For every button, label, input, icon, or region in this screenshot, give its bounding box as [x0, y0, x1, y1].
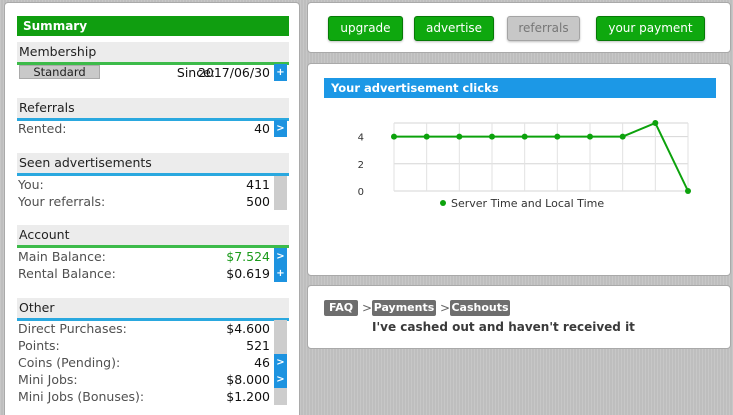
rental-balance-value: $0.619 [226, 266, 270, 281]
membership-since-date: 2017/06/30 [197, 65, 270, 80]
advertisement-clicks-panel: Your advertisement clicks 0 2 4 Server Time… [307, 63, 731, 276]
row-action-placeholder [274, 337, 287, 354]
row-value: 411 [246, 177, 270, 192]
mini-jobs-row: Mini Jobs: $8.000 > [17, 371, 289, 388]
rental-balance-row: Rental Balance: $0.619 + [17, 265, 289, 282]
data-point [423, 133, 430, 140]
row-label: Main Balance: [18, 249, 106, 264]
your-payment-button[interactable]: your payment [596, 16, 705, 41]
row-value: 46 [254, 355, 270, 370]
row-value: $8.000 [226, 372, 270, 387]
main-balance-value: $7.524 [226, 249, 270, 264]
y-tick-label: 2 [358, 160, 364, 171]
summary-title: Summary [17, 16, 289, 36]
data-point [587, 133, 593, 140]
upgrade-button[interactable]: upgrade [328, 16, 403, 41]
row-label: Rental Balance: [18, 266, 116, 281]
row-value: $1.200 [226, 389, 270, 404]
referrals-button[interactable]: referrals [507, 16, 580, 41]
membership-level-badge: Standard [19, 65, 100, 79]
top-nav-panel: upgrade advertise referrals your payment [307, 2, 731, 53]
row-label: You: [18, 177, 44, 192]
y-tick-label: 0 [358, 187, 364, 198]
membership-heading: Membership [17, 42, 289, 62]
breadcrumb-cashouts[interactable]: Cashouts [450, 300, 510, 316]
row-value: $4.600 [226, 321, 270, 336]
seen-ads-heading: Seen advertisements [17, 153, 289, 173]
row-label: Mini Jobs: [18, 372, 78, 387]
other-heading: Other [17, 298, 289, 318]
direct-purchases-row: Direct Purchases: $4.600 [17, 320, 289, 337]
breadcrumb-payments[interactable]: Payments [372, 300, 436, 316]
data-point [652, 120, 659, 126]
row-label: Direct Purchases: [18, 321, 127, 336]
main-balance-row: Main Balance: $7.524 > [17, 248, 289, 265]
data-point [554, 133, 561, 140]
faq-question-link[interactable]: I've cashed out and haven't received it [372, 320, 635, 334]
breadcrumb-faq[interactable]: FAQ [324, 300, 358, 316]
series-line [394, 121, 689, 192]
upgrade-membership-button[interactable]: + [274, 64, 287, 81]
add-rental-balance-button[interactable]: + [274, 265, 287, 282]
coins-pending-row: Coins (Pending): 46 > [17, 354, 289, 371]
row-label: Rented: [18, 121, 67, 136]
mini-jobs-bonuses-row: Mini Jobs (Bonuses): $1.200 [17, 388, 289, 405]
row-label: Points: [18, 338, 60, 353]
points-row: Points: 521 [17, 337, 289, 354]
breadcrumb-separator: > [362, 301, 373, 315]
mini-jobs-button[interactable]: > [274, 371, 287, 388]
row-label: Your referrals: [18, 194, 106, 209]
row-action-placeholder [274, 320, 287, 337]
clicks-line-chart: 0 2 4 Server Time and Local Time [358, 120, 691, 210]
data-point [489, 133, 495, 140]
legend-label: Server Time and Local Time [451, 197, 604, 210]
data-point [456, 133, 463, 140]
advertise-button[interactable]: advertise [414, 16, 494, 41]
coins-button[interactable]: > [274, 354, 287, 371]
row-value: 500 [246, 194, 270, 209]
referrals-heading: Referrals [17, 98, 289, 118]
legend-marker [440, 200, 446, 206]
account-heading: Account [17, 225, 289, 245]
data-point [619, 133, 626, 140]
row-value: 40 [254, 121, 270, 136]
y-tick-label: 4 [358, 133, 364, 144]
row-label: Mini Jobs (Bonuses): [18, 389, 145, 404]
referrals-rented-row: Rented: 40 > [17, 120, 289, 137]
row-action-placeholder [274, 176, 287, 193]
data-point [521, 133, 528, 140]
row-action-placeholder [274, 193, 287, 210]
main-balance-button[interactable]: > [274, 248, 287, 265]
seen-ads-referrals-row: Your referrals: 500 [17, 193, 289, 210]
seen-ads-you-row: You: 411 [17, 176, 289, 193]
data-point [685, 188, 691, 194]
faq-panel: FAQ > Payments > Cashouts I've cashed ou… [307, 285, 731, 349]
row-label: Coins (Pending): [18, 355, 121, 370]
membership-row: Standard Since: 2017/06/30 + [17, 64, 289, 81]
summary-panel: Summary Membership Standard Since: 2017/… [4, 2, 300, 415]
row-value: 521 [246, 338, 270, 353]
data-point [391, 133, 397, 140]
row-action-placeholder [274, 388, 287, 405]
breadcrumb-separator: > [440, 301, 451, 315]
rented-referrals-button[interactable]: > [274, 120, 287, 137]
